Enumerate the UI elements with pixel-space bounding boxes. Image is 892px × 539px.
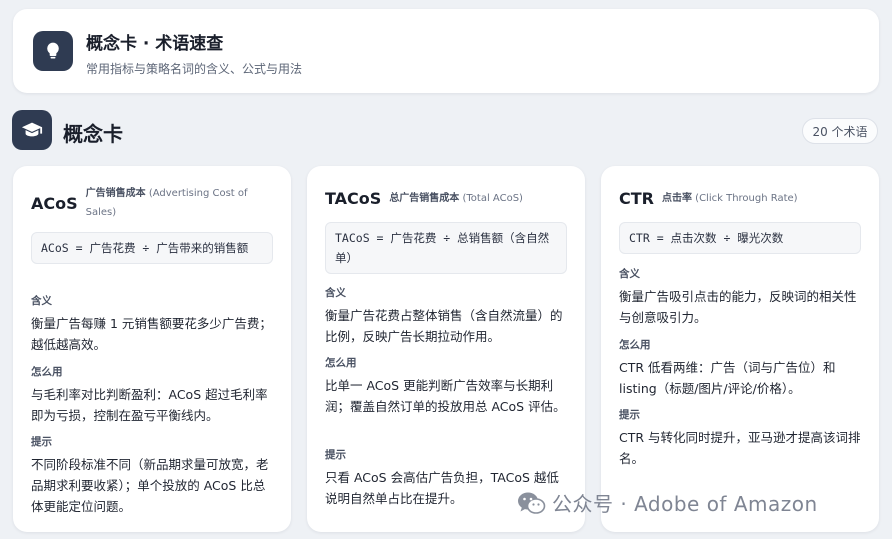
usage-text: CTR 低看两维：广告（词与广告位）和 listing（标题/图片/评论/价格）… bbox=[619, 360, 836, 396]
page-title: 概念卡 · 术语速查 bbox=[86, 34, 224, 54]
concept-card-tacos: TACoS 总广告销售成本 (Total ACoS) TACoS = 广告花费 … bbox=[307, 166, 585, 532]
meaning-label: 含义 bbox=[325, 287, 346, 299]
term-description: 总广告销售成本 (Total ACoS) bbox=[389, 189, 523, 208]
header-card: 概念卡 · 术语速查 常用指标与策略名词的含义、公式与用法 bbox=[13, 9, 879, 93]
meaning-label: 含义 bbox=[619, 268, 640, 280]
tip-block: 提示 不同阶段标准不同（新品期求量可放宽，老品期求利要收紧）；单个投放的 ACo… bbox=[31, 434, 273, 517]
tip-block: 提示 CTR 与转化同时提升，亚马逊才提高该词排名。 bbox=[619, 407, 861, 469]
term-name: TACoS bbox=[325, 189, 382, 208]
tip-label: 提示 bbox=[31, 436, 52, 448]
meaning-block: 含义 衡量广告吸引点击的能力，反映词的相关性与创意吸引力。 bbox=[619, 266, 861, 328]
tip-label: 提示 bbox=[325, 449, 346, 461]
section-title: 概念卡 bbox=[63, 122, 123, 146]
term-name-cn: 总广告销售成本 bbox=[389, 193, 460, 204]
card-header: ACoS 广告销售成本 (Advertising Cost of Sales) bbox=[31, 184, 277, 222]
meaning-block: 含义 衡量广告每赚 1 元销售额要花多少广告费；越低越高效。 bbox=[31, 293, 273, 355]
lightbulb-icon bbox=[33, 31, 73, 71]
tip-text: 不同阶段标准不同（新品期求量可放宽，老品期求利要收紧）；单个投放的 ACoS 比… bbox=[31, 457, 269, 514]
concept-card-acos: ACoS 广告销售成本 (Advertising Cost of Sales) … bbox=[13, 166, 291, 532]
tip-label: 提示 bbox=[619, 409, 640, 421]
usage-label: 怎么用 bbox=[31, 366, 63, 378]
term-count-badge: 20 个术语 bbox=[802, 118, 878, 144]
meaning-text: 衡量广告每赚 1 元销售额要花多少广告费；越低越高效。 bbox=[31, 316, 272, 352]
wechat-icon bbox=[516, 490, 546, 516]
usage-label: 怎么用 bbox=[325, 357, 357, 369]
usage-block: 怎么用 与毛利率对比判断盈利：ACoS 超过毛利率即为亏损，控制在盈亏平衡线内。 bbox=[31, 364, 273, 426]
meaning-text: 衡量广告吸引点击的能力，反映词的相关性与创意吸引力。 bbox=[619, 289, 857, 325]
term-name-cn: 广告销售成本 bbox=[85, 188, 146, 199]
graduation-cap-icon bbox=[12, 110, 52, 150]
term-name-cn: 点击率 bbox=[661, 193, 692, 204]
formula-box: TACoS = 广告花费 ÷ 总销售额（含自然单） bbox=[325, 222, 567, 274]
meaning-text: 衡量广告花费占整体销售（含自然流量）的比例，反映广告长期拉动作用。 bbox=[325, 308, 563, 344]
usage-block: 怎么用 CTR 低看两维：广告（词与广告位）和 listing（标题/图片/评论… bbox=[619, 337, 861, 399]
term-description: 点击率 (Click Through Rate) bbox=[662, 189, 798, 208]
meaning-block: 含义 衡量广告花费占整体销售（含自然流量）的比例，反映广告长期拉动作用。 bbox=[325, 285, 567, 347]
usage-block: 怎么用 比单一 ACoS 更能判断广告效率与长期利润；覆盖自然订单的投放用总 A… bbox=[325, 355, 567, 417]
concept-card-ctr: CTR 点击率 (Click Through Rate) CTR = 点击次数 … bbox=[601, 166, 879, 532]
watermark: 公众号 · Adobe of Amazon bbox=[516, 488, 818, 517]
term-name-en: (Click Through Rate) bbox=[695, 193, 798, 204]
term-description: 广告销售成本 (Advertising Cost of Sales) bbox=[86, 184, 277, 222]
term-name-en: (Total ACoS) bbox=[462, 193, 523, 204]
page-subtitle: 常用指标与策略名词的含义、公式与用法 bbox=[86, 62, 303, 76]
term-name: CTR bbox=[619, 189, 654, 208]
formula-box: CTR = 点击次数 ÷ 曝光次数 bbox=[619, 222, 861, 254]
meaning-label: 含义 bbox=[31, 295, 52, 307]
usage-label: 怎么用 bbox=[619, 339, 651, 351]
watermark-text: 公众号 · Adobe of Amazon bbox=[552, 492, 818, 516]
formula-box: ACoS = 广告花费 ÷ 广告带来的销售额 bbox=[31, 232, 273, 264]
usage-text: 与毛利率对比判断盈利：ACoS 超过毛利率即为亏损，控制在盈亏平衡线内。 bbox=[31, 387, 268, 423]
usage-text: 比单一 ACoS 更能判断广告效率与长期利润；覆盖自然订单的投放用总 ACoS … bbox=[325, 378, 566, 414]
tip-text: CTR 与转化同时提升，亚马逊才提高该词排名。 bbox=[619, 430, 861, 466]
term-name: ACoS bbox=[31, 193, 78, 213]
card-header: TACoS 总广告销售成本 (Total ACoS) bbox=[325, 189, 571, 208]
card-header: CTR 点击率 (Click Through Rate) bbox=[619, 189, 865, 208]
